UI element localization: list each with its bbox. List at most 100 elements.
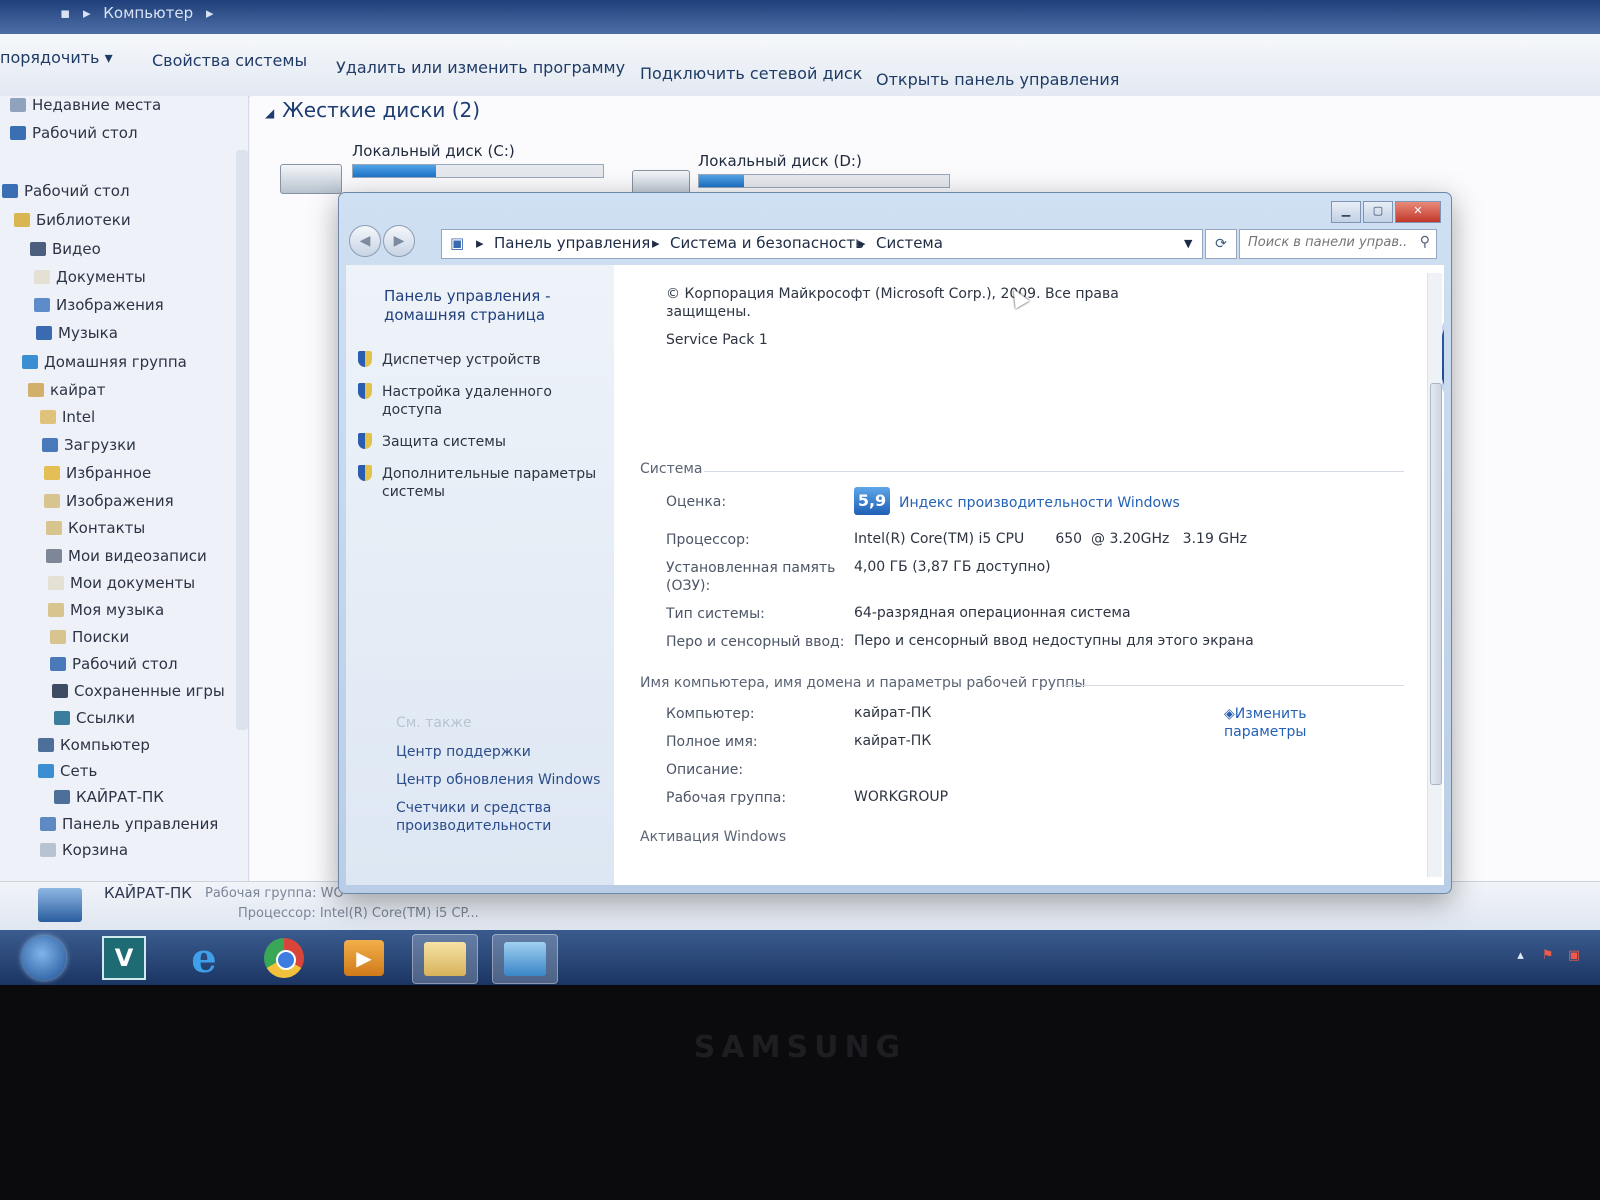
chevron-right-icon: ▸	[858, 234, 866, 252]
breadcrumb-computer[interactable]: Компьютер	[103, 4, 193, 22]
nav-my-music[interactable]: Моя музыка	[48, 601, 164, 619]
forward-button[interactable]: ▶	[383, 225, 415, 257]
nav-computer[interactable]: Компьютер	[38, 736, 150, 754]
user-folder-icon	[28, 383, 44, 397]
drive-d[interactable]: Локальный диск (D:)	[698, 152, 950, 188]
device-manager-link[interactable]: Диспетчер устройств	[358, 351, 541, 370]
chevron-right-icon: ▸	[205, 4, 214, 22]
activation-section-heading: Активация Windows	[640, 829, 787, 845]
system-properties-button[interactable]: Свойства системы	[152, 51, 307, 70]
nav-video[interactable]: Видео	[30, 240, 101, 258]
refresh-button[interactable]: ⟳	[1205, 229, 1237, 259]
organize-button[interactable]: порядочить ▾	[0, 48, 113, 67]
nav-desktop-fav[interactable]: Рабочий стол	[10, 124, 138, 142]
address-dropdown-icon[interactable]: ▼	[1184, 237, 1192, 250]
taskbar-control-panel[interactable]	[492, 934, 558, 984]
saved-games-icon	[52, 684, 68, 698]
navigation-buttons: ◀ ▶	[349, 225, 415, 257]
taskbar-app-v[interactable]: V	[92, 934, 156, 982]
action-center-link[interactable]: Центр поддержки	[396, 743, 531, 761]
drive-c[interactable]: Локальный диск (C:)	[352, 142, 604, 178]
nav-contacts[interactable]: Контакты	[46, 519, 145, 537]
tray-expand-icon[interactable]: ▴	[1517, 948, 1524, 963]
nav-user-kairat[interactable]: кайрат	[28, 381, 105, 399]
nav-pictures[interactable]: Изображения	[34, 296, 164, 314]
open-control-panel-button[interactable]: Открыть панель управления	[876, 70, 1119, 89]
close-button[interactable]: ✕	[1395, 201, 1441, 223]
scrollbar-thumb[interactable]	[1430, 383, 1442, 785]
nav-searches[interactable]: Поиски	[50, 628, 129, 646]
map-network-drive-button[interactable]: Подключить сетевой диск	[640, 64, 862, 83]
computer-name-section-heading: Имя компьютера, имя домена и параметры р…	[640, 675, 1086, 691]
taskbar-explorer[interactable]	[412, 934, 478, 984]
back-button[interactable]: ◀	[349, 225, 381, 257]
nav-user-desktop[interactable]: Рабочий стол	[50, 655, 178, 673]
collapse-triangle-icon: ◢	[265, 106, 275, 120]
nav-links[interactable]: Ссылки	[54, 709, 135, 727]
uninstall-program-button[interactable]: Удалить или изменить программу	[336, 58, 625, 77]
nav-saved-games[interactable]: Сохраненные игры	[52, 682, 225, 700]
windows-update-link[interactable]: Центр обновления Windows	[396, 771, 600, 789]
contacts-icon	[46, 521, 62, 535]
network-icon	[38, 764, 54, 778]
maximize-button[interactable]: ▢	[1363, 201, 1393, 223]
system-window: ▁ ▢ ✕ ◀ ▶ ▣ ▸ Панель управления ▸ Систем…	[338, 192, 1452, 894]
nav-control-panel[interactable]: Панель управления	[40, 815, 218, 833]
hard-drive-icon	[280, 164, 342, 194]
chevron-right-icon: ▸	[82, 4, 91, 22]
system-tray[interactable]: ▴ ⚑ ▣	[1517, 948, 1580, 963]
nav-recycle-bin[interactable]: Корзина	[40, 841, 128, 859]
nav-recent-places[interactable]: Недавние места	[10, 96, 161, 114]
change-settings-link[interactable]: ◈Изменить параметры	[1224, 705, 1324, 741]
address-bar[interactable]: ▣ ▸ Панель управления ▸ Система и безопа…	[441, 229, 1203, 259]
nav-music[interactable]: Музыка	[36, 324, 118, 342]
drive-d-usage-fill	[699, 175, 744, 187]
documents-folder-icon	[48, 576, 64, 590]
nav-user-pictures[interactable]: Изображения	[44, 492, 174, 510]
nav-intel[interactable]: Intel	[40, 408, 95, 426]
navigation-scrollbar[interactable]	[236, 150, 248, 730]
performance-tools-link[interactable]: Счетчики и средства производительности	[396, 799, 586, 835]
favorites-icon	[44, 466, 60, 480]
taskbar-internet-explorer[interactable]: e	[172, 934, 236, 982]
nav-homegroup[interactable]: Домашняя группа	[22, 353, 187, 371]
nav-libraries[interactable]: Библиотеки	[14, 211, 131, 229]
action-center-flag-icon[interactable]: ⚑	[1542, 948, 1554, 963]
taskbar-media-player[interactable]: ▶	[332, 934, 396, 982]
breadcrumb-system[interactable]: Система	[876, 234, 943, 252]
remote-settings-link[interactable]: Настройка удаленного доступа	[358, 383, 552, 418]
system-protection-link[interactable]: Защита системы	[358, 433, 506, 452]
breadcrumb-system-security[interactable]: Система и безопасность	[670, 234, 864, 252]
shield-icon: ◈	[1224, 706, 1235, 722]
nav-favorites[interactable]: Избранное	[44, 464, 151, 482]
content-scrollbar[interactable]	[1427, 273, 1442, 877]
nav-desktop[interactable]: Рабочий стол	[2, 182, 130, 200]
folder-icon	[40, 410, 56, 424]
folder-icon	[424, 942, 466, 976]
advanced-system-settings-link[interactable]: Дополнительные параметры системы	[358, 465, 596, 500]
chrome-center	[276, 950, 296, 970]
minimize-button[interactable]: ▁	[1331, 201, 1361, 223]
nav-my-documents[interactable]: Мои документы	[48, 574, 195, 592]
search-box[interactable]: ⚲	[1239, 229, 1437, 259]
hard-disks-section-title[interactable]: ◢ Жесткие диски (2)	[265, 98, 480, 122]
processor-label: Процессор:	[666, 532, 750, 548]
nav-my-videos[interactable]: Мои видеозаписи	[46, 547, 207, 565]
music-folder-icon	[48, 603, 64, 617]
explorer-address-bar[interactable]: ▪ ▸ Компьютер ▸	[60, 4, 221, 22]
nav-network[interactable]: Сеть	[38, 762, 97, 780]
start-button[interactable]	[12, 934, 76, 982]
taskbar-chrome[interactable]	[252, 934, 316, 982]
nav-documents[interactable]: Документы	[34, 268, 146, 286]
wei-link[interactable]: Индекс производительности Windows	[899, 495, 1180, 511]
breadcrumb-control-panel[interactable]: Панель управления	[494, 234, 650, 252]
wei-score-badge[interactable]: 5,9	[854, 487, 890, 515]
nav-downloads[interactable]: Загрузки	[42, 436, 136, 454]
search-icon[interactable]: ⚲	[1420, 234, 1430, 250]
network-alert-icon[interactable]: ▣	[1568, 948, 1580, 963]
search-input[interactable]	[1246, 234, 1410, 251]
control-panel-home-link[interactable]: Панель управления - домашняя страница	[384, 287, 584, 325]
searches-icon	[50, 630, 66, 644]
nav-kairat-pc[interactable]: КАЙРАТ-ПК	[54, 788, 164, 806]
section-divider	[704, 471, 1404, 472]
